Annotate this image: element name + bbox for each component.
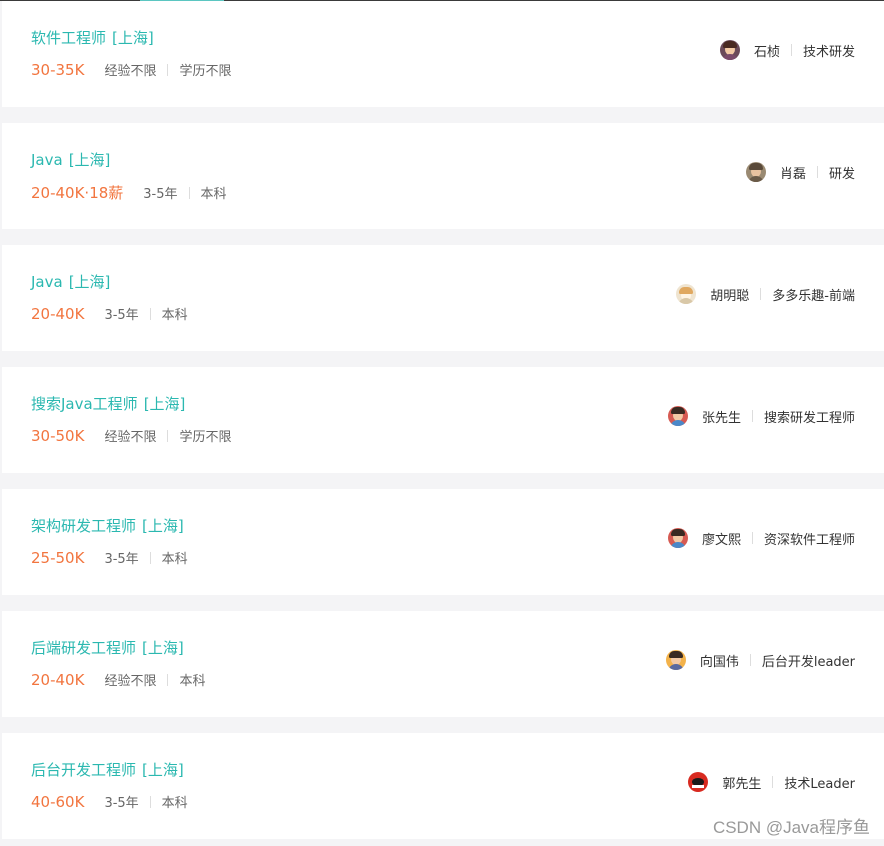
job-card[interactable]: 架构研发工程师 [上海] 25-50K 3-5年 本科 廖文熙 资深软件工程师 bbox=[2, 489, 884, 595]
recruiter-team: 后台开发leader bbox=[761, 654, 855, 670]
recruiter-info[interactable]: 廖文熙 资深软件工程师 bbox=[667, 527, 855, 549]
recruiter-team: 搜索研发工程师 bbox=[763, 410, 855, 426]
job-card[interactable]: Java [上海] 20-40K 3-5年 本科 胡明聪 多多乐趣-前端 bbox=[2, 245, 884, 351]
job-city: [上海] bbox=[142, 761, 184, 779]
recruiter-team: 技术研发 bbox=[802, 44, 855, 60]
job-city: [上海] bbox=[142, 639, 184, 657]
job-experience: 经验不限 bbox=[104, 430, 157, 445]
watermark: CSDN @Java程序鱼 bbox=[712, 818, 870, 837]
job-salary: 30-35K bbox=[31, 60, 85, 79]
cartoon-avatar-icon bbox=[676, 284, 697, 304]
job-title-link[interactable]: 后台开发工程师 [上海] bbox=[31, 759, 184, 780]
job-education: 本科 bbox=[161, 552, 188, 567]
divider bbox=[149, 551, 151, 564]
job-title-link[interactable]: Java [上海] bbox=[31, 271, 110, 292]
job-title: 后台开发工程师 bbox=[31, 761, 137, 779]
person-avatar-icon bbox=[667, 528, 688, 548]
recruiter-info[interactable]: 郭先生 技术Leader bbox=[688, 771, 855, 793]
job-city: [上海] bbox=[68, 273, 111, 291]
person-avatar-icon bbox=[665, 650, 686, 670]
divider bbox=[167, 673, 169, 686]
recruiter-team: 资深软件工程师 bbox=[763, 532, 855, 548]
job-card[interactable]: 搜索Java工程师 [上海] 30-50K 经验不限 学历不限 张先生 搜索研发工程师 bbox=[2, 367, 884, 473]
job-title-link[interactable]: 软件工程师 [上海] bbox=[31, 27, 154, 48]
job-title-link[interactable]: Java [上海] bbox=[31, 149, 110, 170]
recruiter-name: 张先生 bbox=[701, 410, 741, 426]
job-city: [上海] bbox=[142, 517, 184, 535]
job-title: 软件工程师 bbox=[31, 29, 107, 47]
recruiter-info[interactable]: 张先生 搜索研发工程师 bbox=[667, 405, 855, 427]
job-experience: 3-5年 bbox=[104, 552, 139, 567]
job-salary: 30-50K bbox=[31, 426, 85, 445]
job-title: Java bbox=[31, 273, 63, 291]
divider bbox=[816, 166, 818, 178]
job-meta: 30-50K 经验不限 学历不限 bbox=[31, 426, 232, 446]
job-meta: 20-40K 3-5年 本科 bbox=[31, 304, 188, 324]
job-meta: 20-40K 经验不限 本科 bbox=[31, 670, 206, 690]
job-salary: 25-50K bbox=[31, 548, 85, 567]
recruiter-info[interactable]: 向国伟 后台开发leader bbox=[665, 649, 855, 671]
person-avatar-icon bbox=[667, 406, 688, 426]
job-salary: 20-40K·18薪 bbox=[31, 184, 124, 202]
divider bbox=[751, 532, 753, 544]
recruiter-name: 廖文熙 bbox=[701, 532, 741, 548]
divider bbox=[749, 654, 751, 666]
job-title: 架构研发工程师 bbox=[31, 517, 137, 535]
job-experience: 3-5年 bbox=[104, 796, 139, 811]
job-title-link[interactable]: 后端研发工程师 [上海] bbox=[31, 637, 184, 658]
recruiter-name: 胡明聪 bbox=[710, 288, 750, 304]
job-title: 后端研发工程师 bbox=[31, 639, 137, 657]
divider bbox=[760, 288, 762, 300]
job-experience: 3-5年 bbox=[104, 308, 139, 323]
job-experience: 3-5年 bbox=[143, 187, 178, 202]
recruiter-team: 研发 bbox=[828, 166, 855, 182]
recruiter-name: 石桢 bbox=[753, 44, 780, 60]
job-city: [上海] bbox=[68, 151, 111, 169]
job-title: 搜索Java工程师 bbox=[31, 395, 138, 413]
job-card[interactable]: 软件工程师 [上海] 30-35K 经验不限 学历不限 石桢 技术研发 bbox=[2, 1, 884, 107]
recruiter-info[interactable]: 肖磊 研发 bbox=[745, 161, 855, 183]
divider bbox=[772, 776, 774, 788]
divider bbox=[167, 63, 169, 76]
job-salary: 20-40K bbox=[31, 670, 85, 689]
job-education: 本科 bbox=[179, 674, 206, 689]
person-avatar-icon bbox=[719, 40, 740, 60]
job-title: Java bbox=[31, 151, 63, 169]
recruiter-team: 技术Leader bbox=[784, 776, 855, 792]
job-city: [上海] bbox=[112, 29, 154, 47]
person-avatar-icon bbox=[745, 162, 766, 182]
logo-avatar-icon bbox=[688, 772, 709, 792]
job-education: 本科 bbox=[161, 308, 188, 323]
recruiter-info[interactable]: 胡明聪 多多乐趣-前端 bbox=[676, 283, 855, 305]
job-meta: 30-35K 经验不限 学历不限 bbox=[31, 60, 232, 80]
job-salary: 40-60K bbox=[31, 792, 85, 811]
divider bbox=[790, 44, 792, 56]
recruiter-name: 郭先生 bbox=[722, 776, 762, 792]
job-experience: 经验不限 bbox=[104, 674, 157, 689]
divider bbox=[167, 429, 169, 442]
job-meta: 40-60K 3-5年 本科 bbox=[31, 792, 188, 812]
job-title-link[interactable]: 搜索Java工程师 [上海] bbox=[31, 393, 185, 414]
job-meta: 25-50K 3-5年 本科 bbox=[31, 548, 188, 568]
divider bbox=[751, 410, 753, 422]
job-education: 本科 bbox=[161, 796, 188, 811]
divider bbox=[149, 795, 151, 808]
recruiter-info[interactable]: 石桢 技术研发 bbox=[719, 39, 855, 61]
job-education: 本科 bbox=[200, 187, 227, 202]
job-education: 学历不限 bbox=[179, 430, 232, 445]
job-card[interactable]: 后端研发工程师 [上海] 20-40K 经验不限 本科 向国伟 后台开发leader bbox=[2, 611, 884, 717]
job-education: 学历不限 bbox=[179, 64, 232, 79]
job-experience: 经验不限 bbox=[104, 64, 157, 79]
job-card[interactable]: Java [上海] 20-40K·18薪 3-5年 本科 肖磊 研发 bbox=[2, 123, 884, 229]
divider bbox=[149, 307, 151, 320]
recruiter-team: 多多乐趣-前端 bbox=[772, 288, 855, 304]
job-meta: 20-40K·18薪 3-5年 本科 bbox=[31, 182, 227, 203]
recruiter-name: 肖磊 bbox=[779, 166, 806, 182]
divider bbox=[188, 186, 190, 199]
recruiter-name: 向国伟 bbox=[699, 654, 739, 670]
job-salary: 20-40K bbox=[31, 304, 85, 323]
job-city: [上海] bbox=[143, 395, 186, 413]
job-title-link[interactable]: 架构研发工程师 [上海] bbox=[31, 515, 184, 536]
